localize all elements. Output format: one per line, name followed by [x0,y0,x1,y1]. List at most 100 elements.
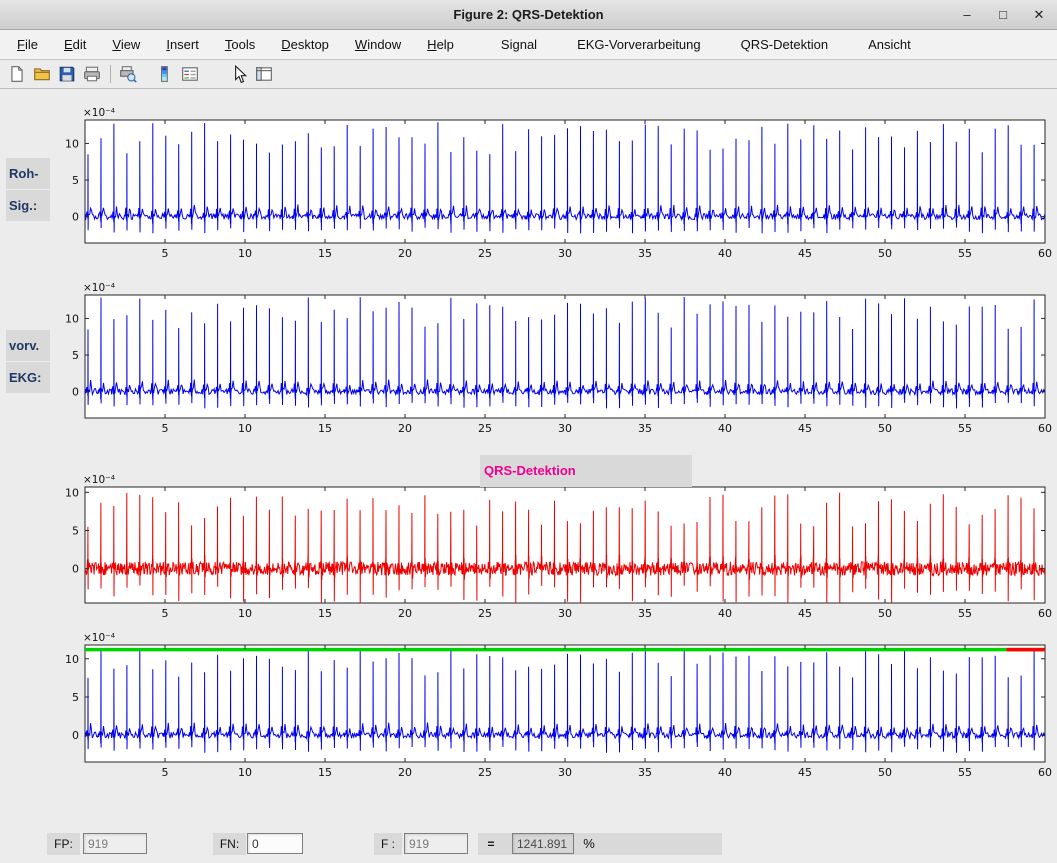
menu-view-label: iew [121,37,141,52]
svg-text:10: 10 [65,137,79,150]
print-button[interactable] [80,62,104,86]
figure-canvas: 510152025303540455055600510×10⁻⁴51015202… [0,89,1057,863]
menu-file-acc: F [17,37,25,52]
svg-text:5: 5 [72,349,79,362]
close-icon: ✕ [1034,7,1045,23]
plot-tools-button[interactable] [252,62,276,86]
colorbar-icon [156,65,174,83]
svg-text:25: 25 [478,422,492,435]
svg-text:50: 50 [878,766,892,779]
svg-text:35: 35 [638,766,652,779]
svg-text:25: 25 [478,247,492,260]
menu-edit[interactable]: Edit [51,32,99,57]
menu-ansicht-label: Ansicht [868,37,911,52]
menu-help-acc: H [427,37,436,52]
svg-text:45: 45 [798,247,812,260]
svg-text:5: 5 [162,607,169,620]
close-button[interactable]: ✕ [1029,5,1049,25]
svg-text:30: 30 [558,247,572,260]
svg-text:10: 10 [65,312,79,325]
svg-text:30: 30 [558,422,572,435]
maximize-icon: □ [999,7,1007,22]
svg-text:20: 20 [398,766,412,779]
menu-help[interactable]: Help [414,32,467,57]
titlebar: Figure 2: QRS-Detektion – □ ✕ [0,0,1057,30]
svg-text:35: 35 [638,607,652,620]
minimize-icon: – [963,7,970,22]
svg-text:×10⁻⁴: ×10⁻⁴ [83,474,115,486]
plot-tools-icon [255,65,273,83]
svg-text:20: 20 [398,607,412,620]
svg-text:5: 5 [72,691,79,704]
window-controls: – □ ✕ [957,0,1049,29]
menu-signal-label: Signal [501,37,537,52]
svg-text:×10⁻⁴: ×10⁻⁴ [83,282,115,294]
new-file-button[interactable] [5,62,29,86]
open-button[interactable] [30,62,54,86]
f-field[interactable] [404,833,468,854]
menu-file[interactable]: File [4,32,51,57]
window-title: Figure 2: QRS-Detektion [453,7,603,22]
menu-desktop[interactable]: Desktop [268,32,342,57]
print-preview-button[interactable] [116,62,140,86]
maximize-button[interactable]: □ [993,5,1013,25]
qrs-title-panel: QRS-Detektion [480,455,692,487]
svg-text:15: 15 [318,247,332,260]
svg-text:50: 50 [878,607,892,620]
print-icon [83,65,101,83]
svg-text:0: 0 [72,386,79,399]
f-label: F : [374,833,402,855]
svg-text:5: 5 [72,525,79,538]
qrs-detektion-title: QRS-Detektion [480,455,692,478]
svg-text:0: 0 [72,211,79,224]
menu-signal[interactable]: Signal [481,32,557,57]
menu-tools[interactable]: Tools [212,32,268,57]
svg-text:5: 5 [162,247,169,260]
menu-edit-acc: E [64,37,73,52]
menu-view[interactable]: View [99,32,153,57]
save-button[interactable] [55,62,79,86]
chart-detektion-markiert: 510152025303540455055600510×10⁻⁴ [65,632,1052,779]
chart-vorverarbeitetes-ekg: 510152025303540455055600510×10⁻⁴ [65,282,1052,435]
fn-field[interactable] [247,833,303,854]
insert-legend-button[interactable] [178,62,202,86]
save-icon [58,65,76,83]
svg-text:0: 0 [72,729,79,742]
svg-text:0: 0 [72,563,79,576]
insert-legend-icon [181,65,199,83]
svg-text:5: 5 [162,422,169,435]
chart-qrs-detektion: 510152025303540455055600510×10⁻⁴ [65,474,1052,620]
fp-label: FP: [47,833,80,855]
svg-text:60: 60 [1038,607,1052,620]
result-field[interactable] [512,833,574,854]
vorv-ekg-label-line2: EKG: [6,362,50,393]
menu-insert[interactable]: Insert [153,32,212,57]
menubar: File Edit View Insert Tools Desktop Wind… [0,30,1057,60]
menu-window[interactable]: Window [342,32,414,57]
minimize-button[interactable]: – [957,5,977,25]
fp-field[interactable] [83,833,147,854]
edit-plot-button[interactable] [227,62,251,86]
svg-text:20: 20 [398,247,412,260]
print-preview-icon [119,65,137,83]
svg-text:×10⁻⁴: ×10⁻⁴ [83,632,115,644]
menu-ekg-vorverarbeitung[interactable]: EKG-Vorverarbeitung [557,32,721,57]
svg-text:45: 45 [798,607,812,620]
svg-text:10: 10 [238,247,252,260]
menu-qrs-detektion[interactable]: QRS-Detektion [721,32,848,57]
menu-ansicht[interactable]: Ansicht [848,32,931,57]
toolbar [0,60,1057,89]
svg-text:35: 35 [638,422,652,435]
svg-text:10: 10 [238,607,252,620]
svg-text:10: 10 [238,422,252,435]
svg-text:15: 15 [318,422,332,435]
svg-text:40: 40 [718,422,732,435]
fn-label: FN: [213,833,246,855]
svg-text:30: 30 [558,766,572,779]
svg-text:10: 10 [65,653,79,666]
colorbar-button[interactable] [153,62,177,86]
menu-window-acc: W [355,37,367,52]
menu-desktop-label: esktop [291,37,329,52]
svg-text:50: 50 [878,247,892,260]
menu-ekg-label: EKG-Vorverarbeitung [577,37,701,52]
